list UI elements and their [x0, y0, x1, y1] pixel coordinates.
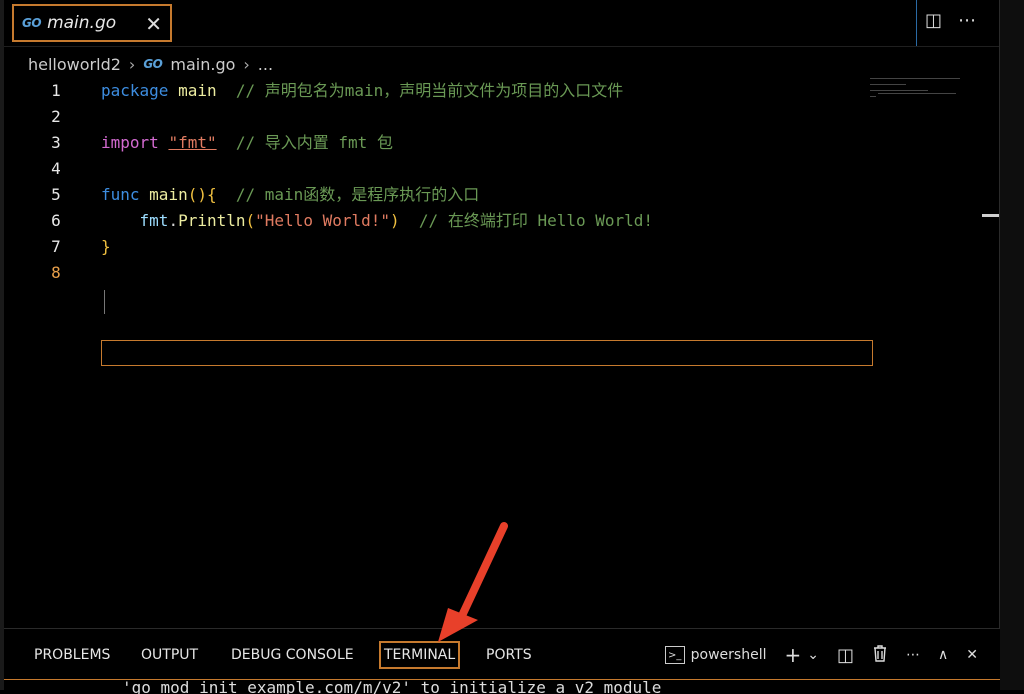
- tab-output[interactable]: OUTPUT: [141, 647, 198, 663]
- right-edge: [999, 0, 1024, 690]
- code-token: "Hello World!": [255, 211, 391, 230]
- go-file-icon: GO: [22, 16, 42, 30]
- code-line[interactable]: 3 import "fmt" // 导入内置 fmt 包: [4, 130, 874, 156]
- divider: [916, 0, 917, 46]
- code-token: func: [101, 185, 140, 204]
- minimap-line: [870, 96, 876, 97]
- minimap-line: [870, 90, 928, 91]
- code-token: .: [168, 211, 179, 230]
- code-token: // 在终端打印 Hello World!: [418, 211, 654, 230]
- add-terminal-icon[interactable]: +: [785, 643, 802, 667]
- code-token: fmt: [139, 211, 169, 230]
- code-text: fmt.Println("Hello World!") // 在终端打印 Hel…: [101, 208, 654, 234]
- shell-name: powershell: [690, 647, 767, 663]
- tab-problems[interactable]: PROBLEMS: [34, 647, 110, 663]
- code-token: "fmt": [168, 133, 217, 152]
- code-line[interactable]: 2: [4, 104, 874, 130]
- breadcrumb-folder[interactable]: helloworld2: [28, 55, 121, 74]
- minimap-line: [870, 84, 906, 85]
- code-token: import: [101, 133, 159, 152]
- editor-tab-bar: GO main.go ✕ ◫ ⋯: [4, 0, 1003, 47]
- code-text: func main(){ // main函数，是程序执行的入口: [101, 182, 479, 208]
- code-token: main: [149, 185, 188, 204]
- chevron-down-icon[interactable]: ⌄: [807, 647, 819, 663]
- breadcrumb-file[interactable]: main.go: [170, 55, 235, 74]
- scrollbar-thumb[interactable]: [982, 214, 1000, 217]
- indent-guide: [104, 290, 105, 314]
- terminal-icon: >_: [664, 646, 685, 664]
- code-text: }: [101, 234, 111, 260]
- line-number: 5: [51, 185, 61, 204]
- trash-icon[interactable]: [872, 644, 888, 666]
- more-actions-icon[interactable]: ⋯: [958, 10, 976, 31]
- maximize-panel-icon[interactable]: ∧: [938, 647, 948, 663]
- code-token: main: [178, 81, 217, 100]
- more-actions-icon[interactable]: ⋯: [906, 647, 920, 663]
- tab-label: main.go: [47, 13, 117, 33]
- minimap-line: [878, 93, 956, 94]
- line-number: 7: [51, 237, 61, 256]
- code-text: package main // 声明包名为main，声明当前文件为项目的入口文件: [101, 78, 623, 104]
- terminal-shell-selector[interactable]: >_ powershell: [664, 646, 767, 664]
- minimap-line: [870, 78, 960, 79]
- code-token: (: [245, 211, 256, 230]
- code-token: }: [101, 237, 111, 256]
- minimap[interactable]: [870, 76, 970, 116]
- code-token: (){: [187, 185, 217, 204]
- breadcrumb: helloworld2 › GO main.go › ...: [28, 52, 273, 76]
- close-icon[interactable]: ✕: [145, 12, 162, 36]
- chevron-right-icon: ›: [128, 54, 136, 74]
- close-panel-icon[interactable]: ✕: [966, 647, 978, 663]
- go-file-icon: GO: [143, 57, 163, 71]
- code-token: Println: [178, 211, 246, 230]
- annotation-arrow-icon: [438, 522, 508, 642]
- breadcrumb-more[interactable]: ...: [258, 55, 273, 74]
- line-number: 8: [51, 263, 61, 282]
- split-editor-icon[interactable]: ◫: [925, 10, 942, 31]
- code-line[interactable]: 8: [4, 260, 874, 286]
- code-line[interactable]: 6 fmt.Println("Hello World!") // 在终端打印 H…: [4, 208, 874, 234]
- code-line[interactable]: 4: [4, 156, 874, 182]
- terminal-output[interactable]: 'go mod init example.com/m/v2' to initia…: [4, 679, 1000, 694]
- split-terminal-icon[interactable]: ◫: [837, 645, 854, 666]
- line-number: 4: [51, 159, 61, 178]
- code-line[interactable]: 1 package main // 声明包名为main，声明当前文件为项目的入口文…: [4, 78, 874, 104]
- code-text: import "fmt" // 导入内置 fmt 包: [101, 130, 393, 156]
- code-token: ): [390, 211, 400, 230]
- code-token: // main函数，是程序执行的入口: [235, 185, 480, 204]
- terminal-line: 'go mod init example.com/m/v2' to initia…: [122, 679, 662, 694]
- line-number: 3: [51, 133, 61, 152]
- code-token: // 声明包名为main，声明当前文件为项目的入口文件: [235, 81, 624, 100]
- code-line[interactable]: 7}: [4, 234, 874, 260]
- code-line[interactable]: 5 func main(){ // main函数，是程序执行的入口: [4, 182, 874, 208]
- line-number: 6: [51, 211, 61, 230]
- line-number: 1: [51, 81, 61, 100]
- chevron-right-icon: ›: [243, 54, 250, 74]
- code-token: package: [101, 81, 169, 100]
- line-number: 2: [51, 107, 61, 126]
- current-line-highlight: [101, 340, 873, 366]
- tab-main-go[interactable]: GO main.go ✕: [12, 4, 172, 42]
- code-token: // 导入内置 fmt 包: [235, 133, 393, 152]
- tab-debug-console[interactable]: DEBUG CONSOLE: [231, 647, 354, 663]
